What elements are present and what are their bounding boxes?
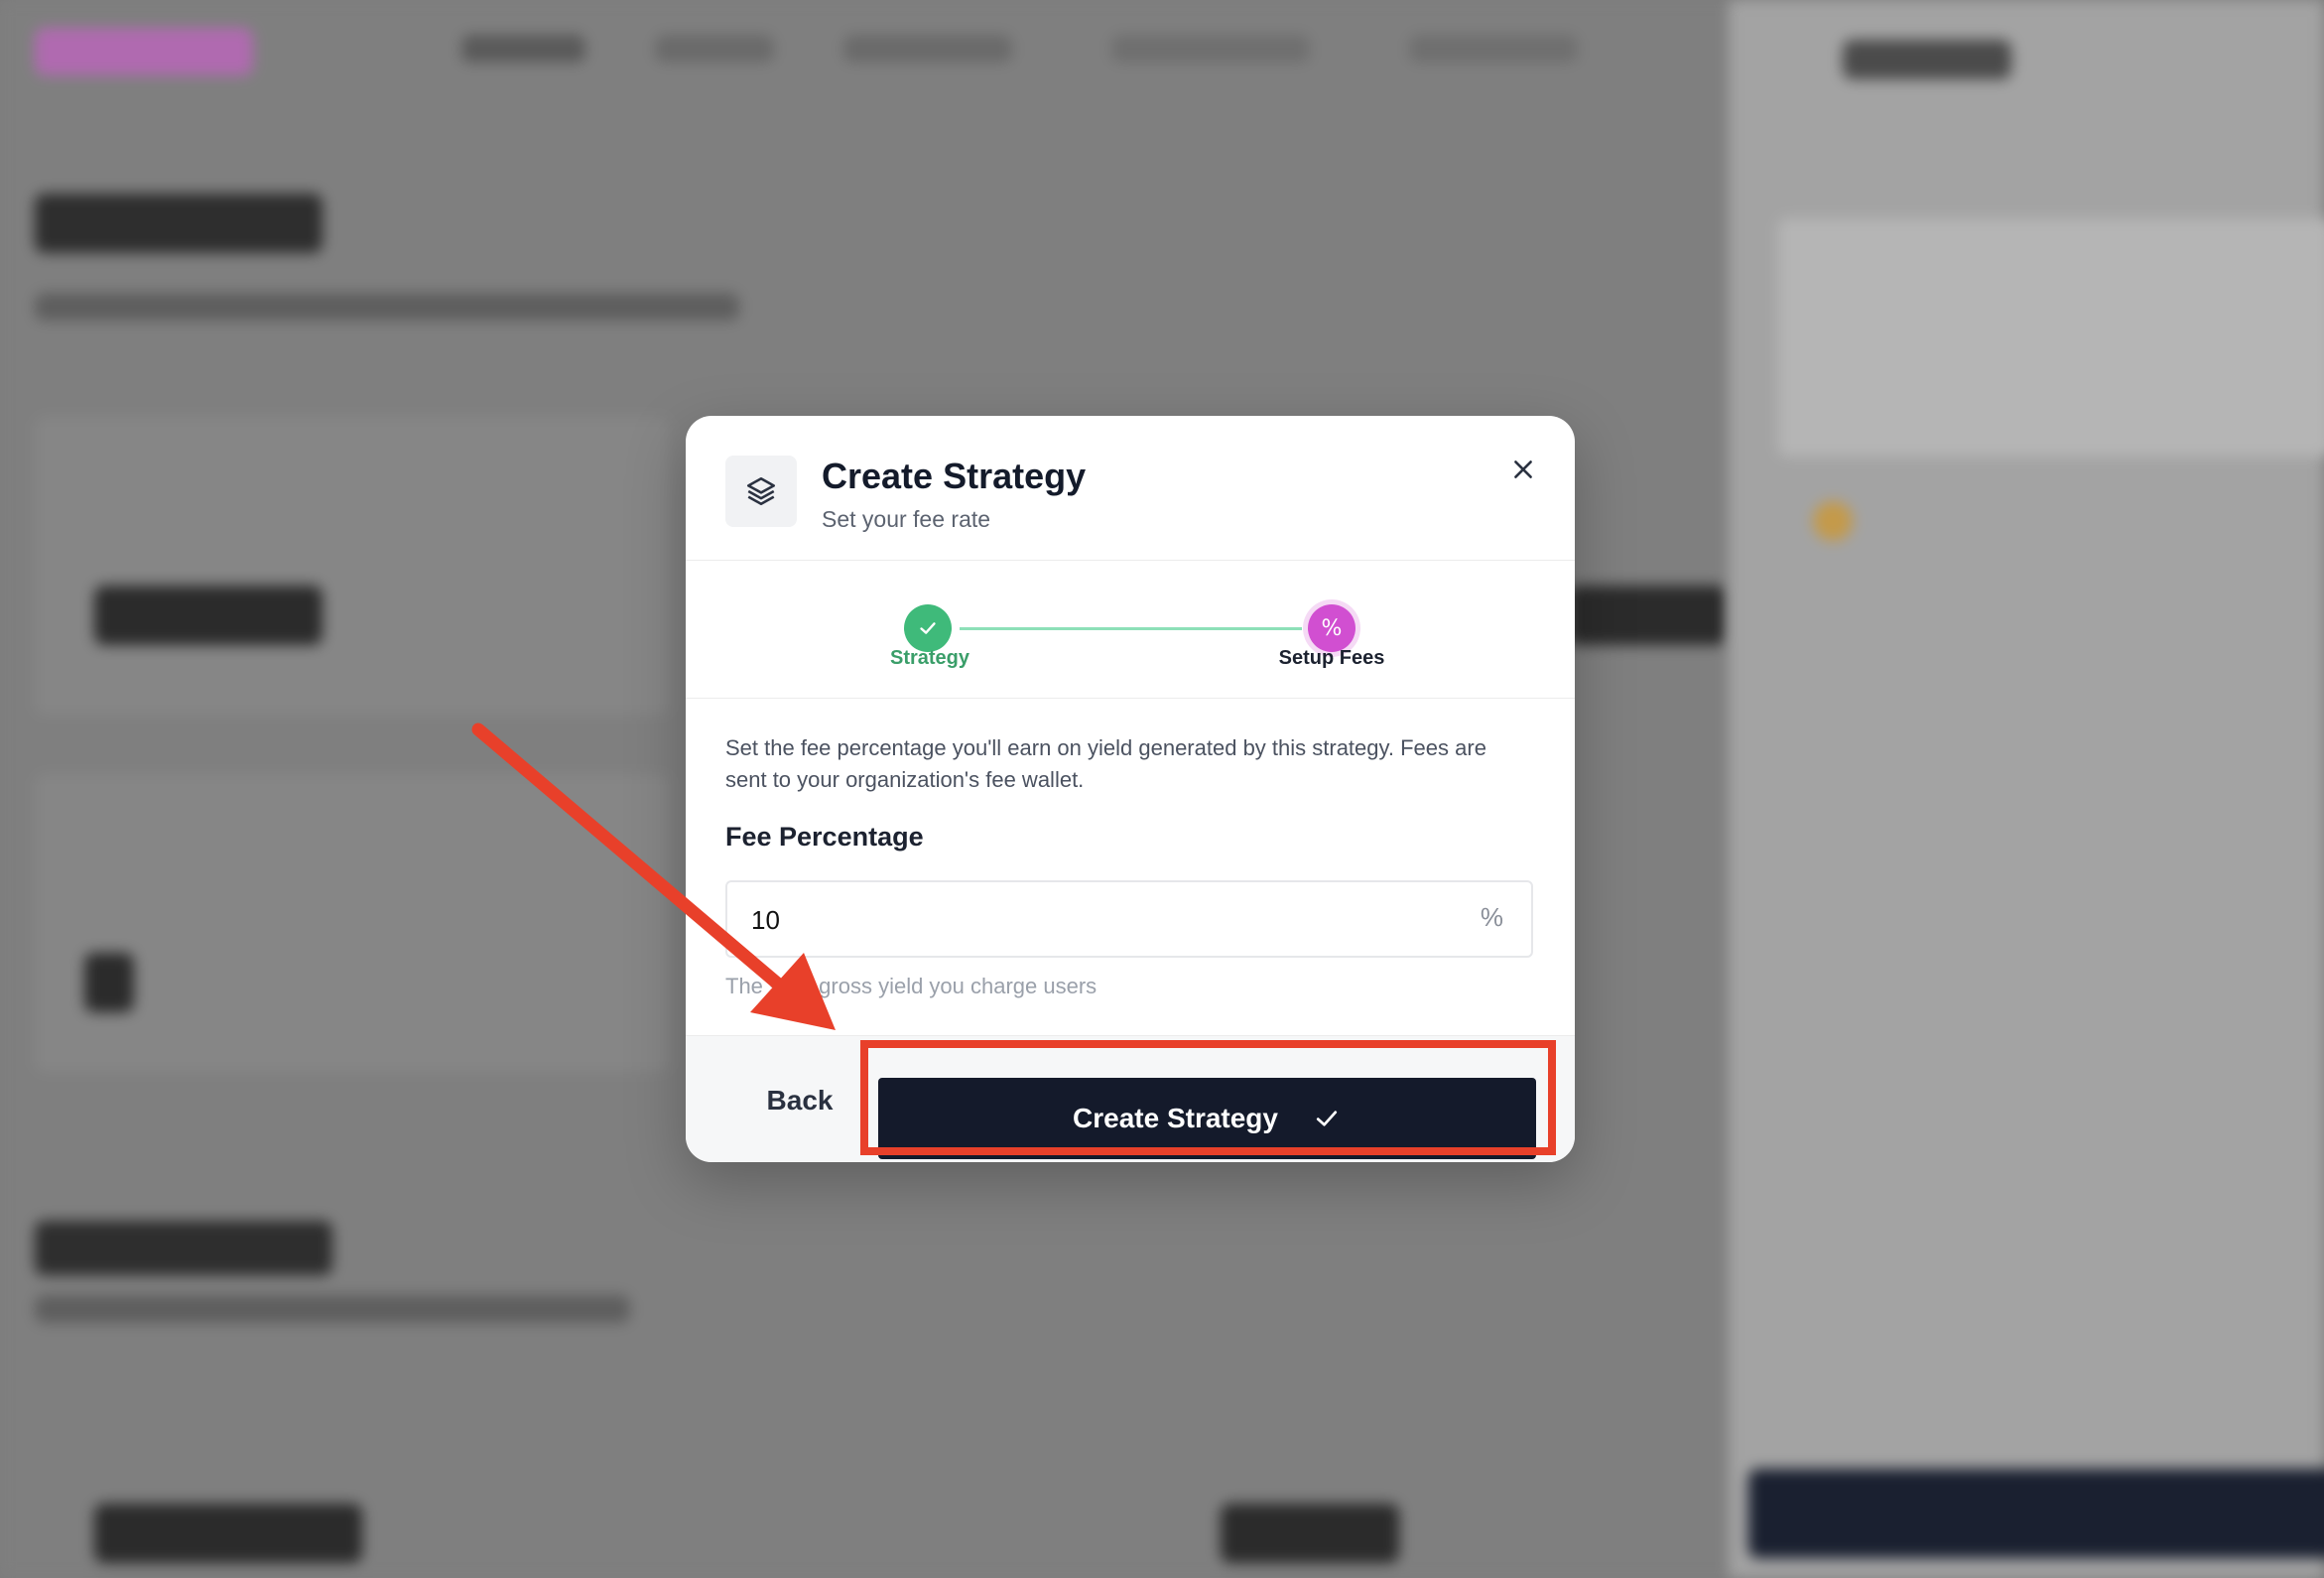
panel-button: [1748, 1469, 2324, 1558]
stat-card: [35, 774, 670, 1072]
step-strategy-label: Strategy: [889, 647, 970, 669]
annotation-highlight-box: [860, 1040, 1556, 1155]
step-strategy-dot[interactable]: [904, 604, 952, 652]
back-button[interactable]: Back: [725, 1066, 874, 1135]
stat-value: [84, 953, 134, 1012]
panel-card: [1778, 218, 2324, 457]
section-subheading: [35, 1295, 630, 1323]
fee-description: Set the fee percentage you'll earn on yi…: [725, 735, 1486, 792]
page-heading: [35, 194, 323, 253]
close-icon: [1514, 460, 1532, 478]
fee-percentage-field[interactable]: %: [725, 880, 1533, 958]
background-side-panel: [1729, 0, 2324, 1578]
percent-icon[interactable]: %: [1308, 604, 1356, 652]
nav-item: [655, 35, 774, 63]
metric-value: [94, 1504, 362, 1563]
modal-title: Create Strategy: [822, 456, 1087, 496]
modal-subtitle: Set your fee rate: [822, 506, 991, 532]
stepper: Strategy % Setup Fees: [686, 561, 1575, 699]
layers-icon: [725, 456, 797, 527]
close-button[interactable]: [1501, 448, 1545, 491]
nav-item: [1111, 35, 1310, 63]
page-subheading: [35, 293, 739, 321]
app-logo: [35, 28, 253, 75]
modal-header: Create Strategy Set your fee rate: [686, 416, 1575, 561]
fee-percentage-label: Fee Percentage: [725, 822, 924, 852]
nav-item: [843, 35, 1012, 63]
step-setup-fees-label: Setup Fees: [1278, 647, 1385, 669]
stat-card: [35, 417, 670, 715]
panel-badge: [1813, 501, 1853, 541]
metric-value: [1221, 1504, 1399, 1563]
nav-item: [461, 35, 585, 63]
stat-value: [94, 586, 323, 645]
stepper-connector: [960, 627, 1302, 630]
fee-percentage-input[interactable]: [749, 896, 1448, 944]
fee-hint: The % of gross yield you charge users: [725, 974, 1097, 998]
section-heading: [35, 1221, 332, 1275]
nav-item: [1409, 35, 1578, 63]
stat-value: [1568, 586, 1727, 645]
percent-suffix: %: [1480, 902, 1503, 932]
panel-title: [1843, 40, 2011, 79]
check-icon: [920, 622, 936, 634]
